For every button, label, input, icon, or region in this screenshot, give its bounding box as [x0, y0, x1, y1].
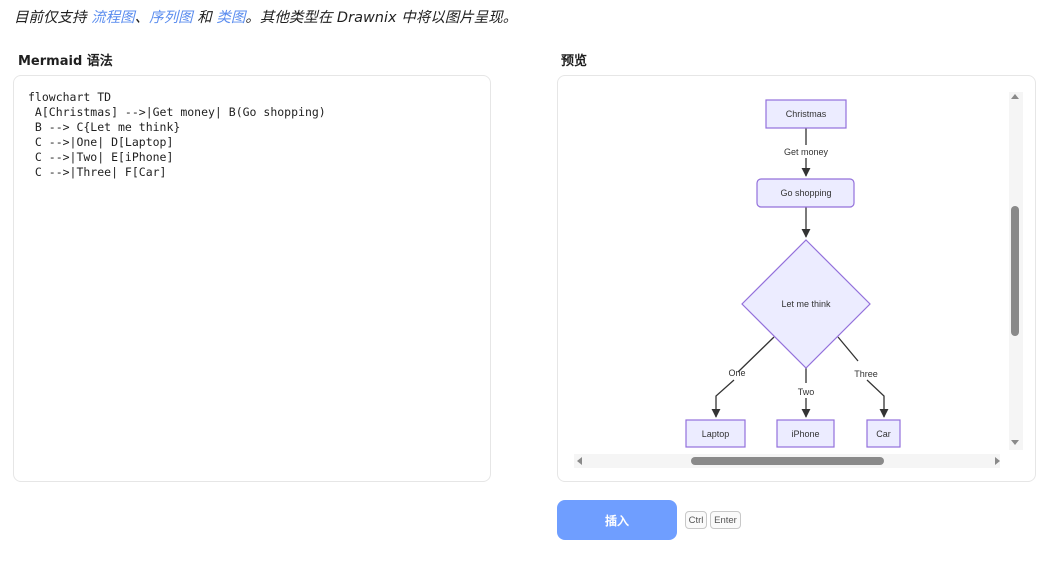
intro-prefix: 目前仅支持	[14, 10, 92, 26]
enter-key-hint: Enter	[710, 511, 741, 529]
intro-suffix: 。其他类型在 Drawnix 中将以图片呈现。	[245, 10, 518, 26]
edge-label-one: One	[728, 368, 745, 378]
mermaid-syntax-label: Mermaid 语法	[18, 54, 113, 69]
mermaid-code-input[interactable]	[14, 76, 490, 481]
intro-sep-1: 、	[134, 10, 150, 26]
scroll-left-arrow-icon[interactable]	[577, 457, 582, 465]
node-laptop: Laptop	[685, 419, 746, 448]
node-iphone-label: iPhone	[791, 429, 819, 439]
sequence-diagram-link[interactable]: 序列图	[149, 10, 193, 26]
scroll-up-arrow-icon[interactable]	[1011, 94, 1019, 99]
node-car: Car	[866, 419, 901, 448]
node-christmas: Christmas	[765, 99, 847, 129]
preview-panel: Get money One Two Three Christmas Go sho…	[557, 75, 1036, 482]
scroll-right-arrow-icon[interactable]	[995, 457, 1000, 465]
horizontal-scrollbar-thumb[interactable]	[691, 457, 884, 465]
scroll-down-arrow-icon[interactable]	[1011, 440, 1019, 445]
vertical-scrollbar-thumb[interactable]	[1011, 206, 1019, 336]
edge-label-three: Three	[854, 369, 878, 379]
edge-label-get-money: Get money	[784, 147, 829, 157]
node-christmas-label: Christmas	[786, 109, 827, 119]
preview-label: 预览	[561, 54, 588, 69]
node-go-shopping: Go shopping	[756, 178, 855, 208]
mermaid-editor[interactable]	[13, 75, 491, 482]
intro-text: 目前仅支持 流程图、序列图 和 类图。其他类型在 Drawnix 中将以图片呈现…	[14, 8, 517, 28]
flowchart-link[interactable]: 流程图	[91, 10, 135, 26]
node-go-shopping-label: Go shopping	[780, 188, 831, 198]
node-let-me-think-label: Let me think	[781, 299, 831, 309]
edge-label-two: Two	[798, 387, 815, 397]
node-laptop-label: Laptop	[702, 429, 730, 439]
flowchart-diagram: Get money One Two Three Christmas Go sho…	[685, 99, 901, 448]
ctrl-key-hint: Ctrl	[685, 511, 707, 529]
insert-button[interactable]: 插入	[557, 500, 677, 540]
node-car-label: Car	[876, 429, 891, 439]
node-iphone: iPhone	[776, 419, 835, 448]
class-diagram-link[interactable]: 类图	[216, 10, 245, 26]
intro-sep-2: 和	[192, 10, 217, 26]
